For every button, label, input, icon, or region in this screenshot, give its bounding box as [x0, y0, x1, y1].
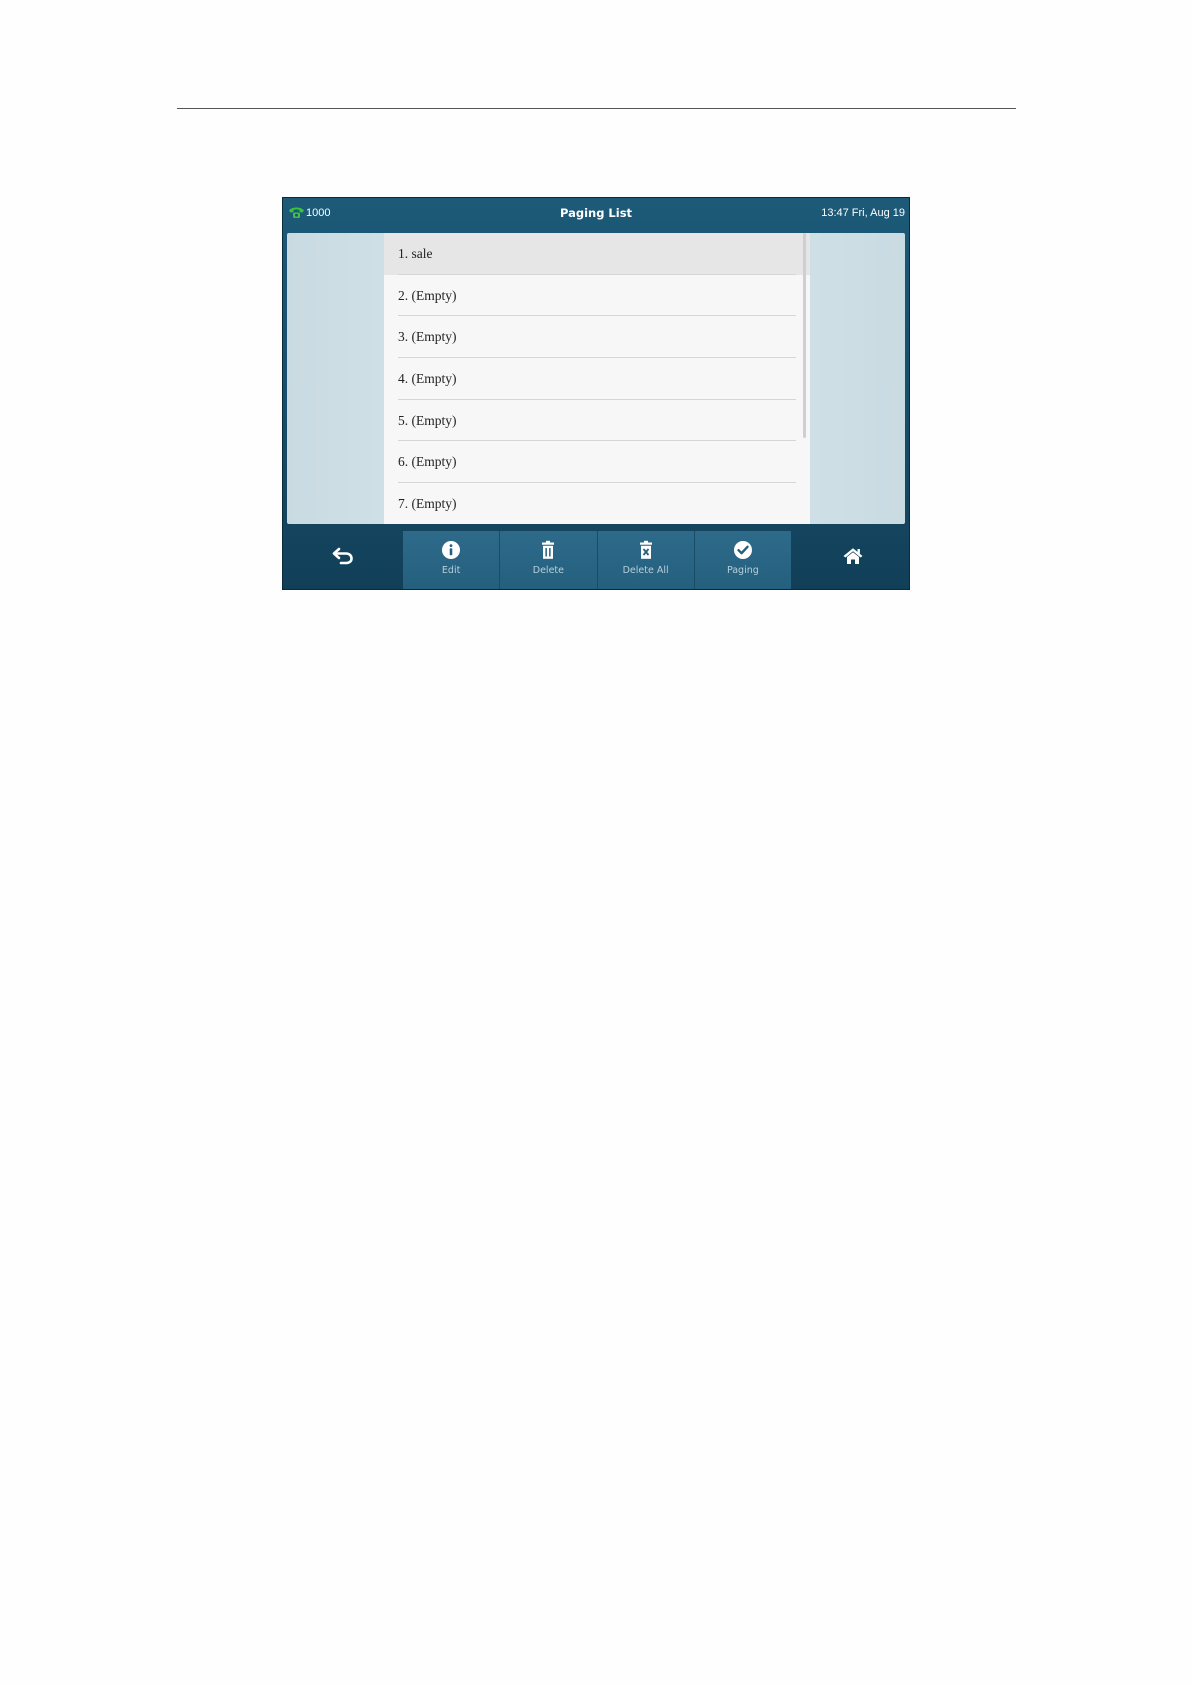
list-item-label: 6. (Empty) [398, 454, 457, 470]
checkmark-circle-icon [733, 540, 753, 560]
list-item-label: 5. (Empty) [398, 412, 457, 428]
delete-button[interactable]: Delete [499, 531, 597, 589]
delete-label: Delete [532, 565, 564, 576]
list-item[interactable]: 4. (Empty) [384, 358, 810, 400]
phone-screen: 1000 Paging List 13:47 Fri, Aug 19 1. sa… [282, 197, 910, 590]
trash-x-icon [636, 540, 656, 560]
list-item[interactable]: 1. sale [384, 233, 810, 275]
back-button[interactable] [321, 538, 365, 578]
trash-icon [538, 540, 558, 560]
list-item-label: 7. (Empty) [398, 495, 457, 511]
delete-all-label: Delete All [622, 565, 669, 576]
edit-button[interactable]: Edit [403, 531, 500, 589]
delete-all-button[interactable]: Delete All [596, 531, 694, 589]
list-item[interactable]: 6. (Empty) [384, 441, 810, 483]
page-title: Paging List [559, 206, 633, 220]
list-item-label: 2. (Empty) [398, 287, 457, 303]
softkey-bar: Edit Delete Delete All Paging [283, 524, 909, 589]
paging-list: 1. sale 2. (Empty) 3. (Empty) 4. (Empty)… [384, 233, 810, 524]
list-item[interactable]: 7. (Empty) [384, 483, 810, 524]
page-rule [177, 108, 1016, 109]
home-button[interactable] [831, 538, 875, 578]
back-arrow-icon [332, 547, 354, 569]
date-time: 13:47 Fri, Aug 19 [821, 207, 905, 219]
status-bar: 1000 Paging List 13:47 Fri, Aug 19 [283, 198, 909, 233]
softkey-group: Edit Delete Delete All Paging [403, 531, 791, 589]
content-area: 1. sale 2. (Empty) 3. (Empty) 4. (Empty)… [287, 233, 905, 524]
list-item[interactable]: 5. (Empty) [384, 400, 810, 442]
info-icon [441, 540, 461, 560]
edit-label: Edit [441, 565, 461, 576]
list-item-label: 3. (Empty) [398, 329, 457, 345]
paging-button[interactable]: Paging [693, 531, 791, 589]
list-item-label: 1. sale [398, 245, 433, 261]
paging-label: Paging [726, 565, 759, 576]
list-item[interactable]: 2. (Empty) [384, 275, 810, 317]
list-item-label: 4. (Empty) [398, 370, 457, 386]
list-item[interactable]: 3. (Empty) [384, 316, 810, 358]
list-scrollbar[interactable] [803, 233, 806, 438]
home-icon [842, 547, 864, 569]
